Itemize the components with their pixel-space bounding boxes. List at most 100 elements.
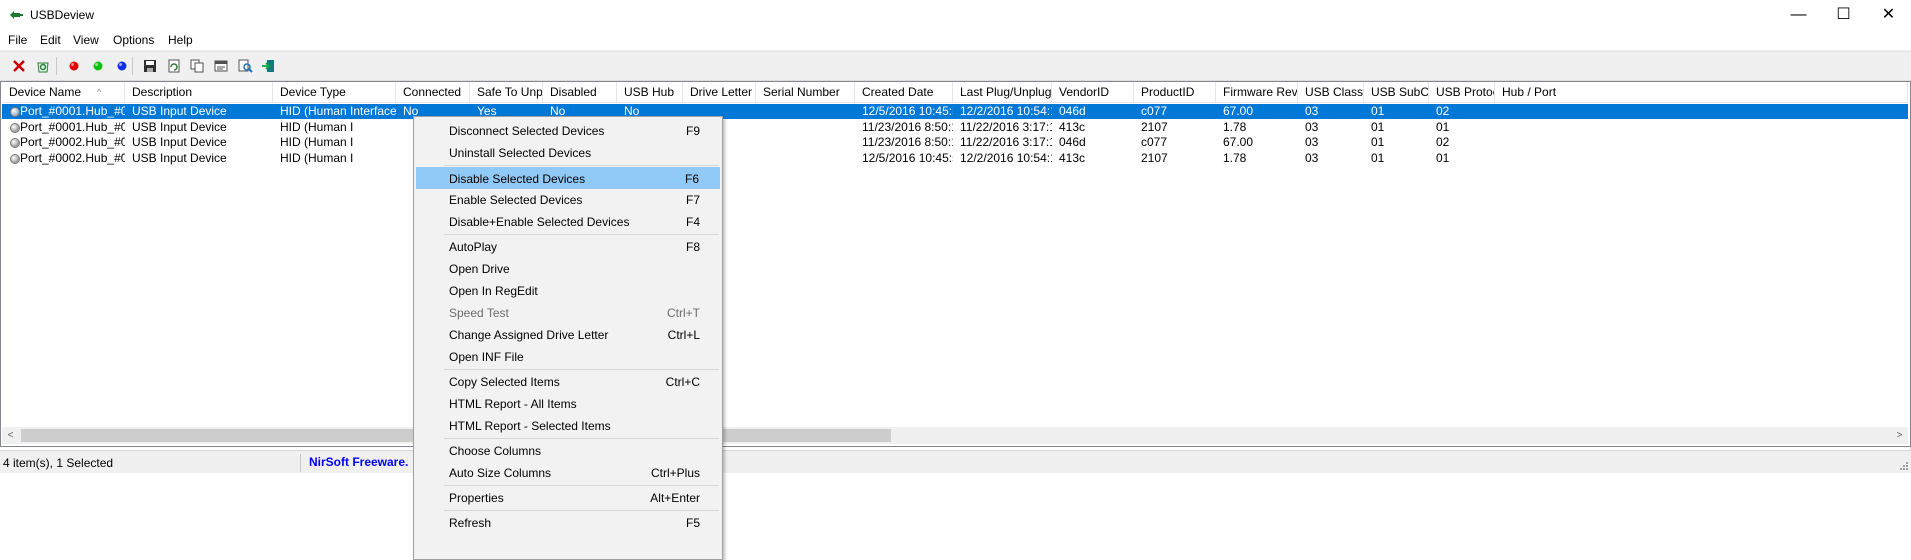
device-list[interactable]: Device Name ^ Description Device Type Connec… bbox=[0, 81, 1911, 447]
refresh-button[interactable] bbox=[164, 56, 184, 76]
table-row[interactable]: Port_#0001.Hub_#0003 USB Input Device HID … bbox=[2, 120, 1908, 135]
column-header-usb-protoc[interactable]: USB Protoc... bbox=[1429, 82, 1495, 102]
column-header-usb-hub[interactable]: USB Hub bbox=[617, 82, 683, 102]
menu-item-open-inf-file[interactable]: Open INF File bbox=[416, 346, 720, 368]
menu-item-copy-selected-items[interactable]: Copy Selected Items Ctrl+C bbox=[416, 371, 720, 393]
menu-item-label: HTML Report - All Items bbox=[449, 397, 577, 411]
blue-dot-button[interactable] bbox=[112, 56, 132, 76]
table-cell bbox=[756, 104, 855, 119]
table-cell: HID (Human I bbox=[280, 135, 354, 149]
column-header-disabled[interactable]: Disabled bbox=[543, 82, 617, 102]
table-cell: USB Input Device bbox=[132, 104, 227, 118]
column-header-productid[interactable]: ProductID bbox=[1134, 82, 1216, 102]
table-cell: 12/5/2016 10:45:51... bbox=[862, 104, 953, 118]
table-cell: c077 bbox=[1141, 135, 1168, 149]
status-bar: 4 item(s), 1 Selected NirSoft Freeware. bbox=[0, 450, 1911, 473]
scroll-right-button[interactable]: > bbox=[1891, 427, 1908, 444]
table-row[interactable]: Port_#0001.Hub_#0003 USB Input Device HID … bbox=[2, 104, 1908, 119]
menu-item-auto-size-columns[interactable]: Auto Size Columns Ctrl+Plus bbox=[416, 462, 720, 484]
table-cell: 413c bbox=[1059, 150, 1086, 165]
menu-help[interactable]: Help bbox=[168, 33, 193, 47]
column-label: Disabled bbox=[550, 85, 597, 99]
recycle-button[interactable] bbox=[33, 56, 53, 76]
copy-button[interactable] bbox=[187, 56, 207, 76]
column-header-usb-subcl[interactable]: USB SubCl... bbox=[1364, 82, 1429, 102]
column-header-description[interactable]: Description bbox=[125, 82, 273, 102]
properties-icon bbox=[214, 60, 228, 72]
find-icon bbox=[238, 59, 253, 73]
menu-options[interactable]: Options bbox=[113, 33, 154, 47]
column-label: ProductID bbox=[1141, 85, 1195, 99]
menu-item-disable-selected-devices[interactable]: Disable Selected Devices F6 bbox=[416, 167, 720, 189]
nirsoft-link[interactable]: NirSoft Freeware. bbox=[309, 455, 408, 469]
menu-item-autoplay[interactable]: AutoPlay F8 bbox=[416, 236, 720, 258]
menu-item-html-report-selected-items[interactable]: HTML Report - Selected Items bbox=[416, 415, 720, 437]
save-button[interactable] bbox=[140, 56, 160, 76]
menu-item-shortcut: Ctrl+Plus bbox=[650, 466, 700, 480]
menu-item-properties[interactable]: Properties Alt+Enter bbox=[416, 487, 720, 509]
column-header-device-type[interactable]: Device Type bbox=[273, 82, 396, 102]
scroll-left-button[interactable]: < bbox=[2, 427, 19, 444]
menu-item-shortcut: F4 bbox=[685, 215, 700, 229]
menu-item-uninstall-selected-devices[interactable]: Uninstall Selected Devices bbox=[416, 142, 720, 164]
delete-x-button[interactable] bbox=[9, 56, 29, 76]
properties-button[interactable] bbox=[211, 56, 231, 76]
table-cell: 03 bbox=[1305, 104, 1319, 118]
menu-item-label: Open Drive bbox=[449, 262, 510, 276]
toolbar-separator bbox=[132, 57, 133, 75]
column-header-connected[interactable]: Connected bbox=[396, 82, 470, 102]
menu-item-label: Change Assigned Drive Letter bbox=[449, 328, 609, 342]
table-cell: 12/5/2016 10:45:51... bbox=[862, 150, 953, 165]
table-cell: USB Input Device bbox=[132, 150, 227, 165]
menu-item-disconnect-selected-devices[interactable]: Disconnect Selected Devices F9 bbox=[416, 120, 720, 142]
menu-item-shortcut: F7 bbox=[685, 193, 700, 207]
menu-item-disable-enable-selected-devices[interactable]: Disable+Enable Selected Devices F4 bbox=[416, 211, 720, 233]
table-row[interactable]: Port_#0002.Hub_#0003 USB Input Device HID … bbox=[2, 151, 1908, 166]
menu-item-shortcut: Alt+Enter bbox=[650, 491, 700, 505]
close-button[interactable]: ✕ bbox=[1866, 0, 1911, 30]
green-dot-button[interactable] bbox=[88, 56, 108, 76]
column-header-last-plug-unplug[interactable]: Last Plug/Unplug ... bbox=[953, 82, 1052, 102]
column-header-safe-to-unpl[interactable]: Safe To Unpl... bbox=[470, 82, 543, 102]
menu-item-enable-selected-devices[interactable]: Enable Selected Devices F7 bbox=[416, 189, 720, 211]
menu-item-choose-columns[interactable]: Choose Columns bbox=[416, 440, 720, 462]
menu-item-html-report-all-items[interactable]: HTML Report - All Items bbox=[416, 393, 720, 415]
menu-item-speed-test[interactable]: Speed Test Ctrl+T bbox=[416, 302, 720, 324]
menu-item-label: Copy Selected Items bbox=[449, 375, 560, 389]
menu-item-change-assigned-drive-letter[interactable]: Change Assigned Drive Letter Ctrl+L bbox=[416, 324, 720, 346]
red-dot-button[interactable] bbox=[64, 56, 84, 76]
menu-item-refresh[interactable]: Refresh F5 bbox=[416, 512, 720, 534]
table-cell: HID (Human I bbox=[280, 119, 354, 134]
resize-grip-icon[interactable] bbox=[1899, 461, 1909, 471]
menu-item-open-drive[interactable]: Open Drive bbox=[416, 258, 720, 280]
menu-view[interactable]: View bbox=[73, 33, 99, 47]
menu-item-open-in-regedit[interactable]: Open In RegEdit bbox=[416, 280, 720, 302]
column-header-serial-number[interactable]: Serial Number bbox=[756, 82, 855, 102]
column-header-drive-letter[interactable]: Drive Letter bbox=[683, 82, 756, 102]
exit-button[interactable] bbox=[258, 56, 278, 76]
minimize-button[interactable]: — bbox=[1776, 0, 1821, 30]
column-header-hub-port[interactable]: Hub / Port bbox=[1495, 82, 1908, 102]
column-header-firmware-revis[interactable]: Firmware Revis... bbox=[1216, 82, 1298, 102]
menu-edit[interactable]: Edit bbox=[40, 33, 61, 47]
column-header-device-name[interactable]: Device Name ^ bbox=[2, 82, 125, 102]
find-button[interactable] bbox=[235, 56, 255, 76]
menu-item-label: Disable Selected Devices bbox=[449, 172, 586, 186]
column-label: Device Type bbox=[280, 85, 346, 99]
table-cell: 01 bbox=[1371, 135, 1385, 149]
table-cell: 12/2/2016 10:54:15... bbox=[960, 104, 1052, 118]
menu-item-label: Auto Size Columns bbox=[449, 466, 552, 480]
column-header-vendorid[interactable]: VendorID bbox=[1052, 82, 1134, 102]
title-bar[interactable]: USBDeview — ☐ ✕ bbox=[0, 0, 1911, 30]
column-header-created-date[interactable]: Created Date bbox=[855, 82, 953, 102]
table-cell bbox=[1495, 120, 1908, 135]
table-cell: 11/22/2016 3:17:19... bbox=[960, 119, 1052, 134]
table-row[interactable]: Port_#0002.Hub_#0003 USB Input Device HID … bbox=[2, 135, 1908, 150]
table-cell: 01 bbox=[1371, 104, 1385, 118]
menu-file[interactable]: File bbox=[8, 33, 27, 47]
delete-x-icon bbox=[13, 60, 25, 72]
maximize-button[interactable]: ☐ bbox=[1821, 0, 1866, 30]
horizontal-scrollbar[interactable]: < > bbox=[2, 427, 1908, 444]
column-header-usb-class[interactable]: USB Class bbox=[1298, 82, 1364, 102]
column-label: Description bbox=[132, 85, 193, 99]
